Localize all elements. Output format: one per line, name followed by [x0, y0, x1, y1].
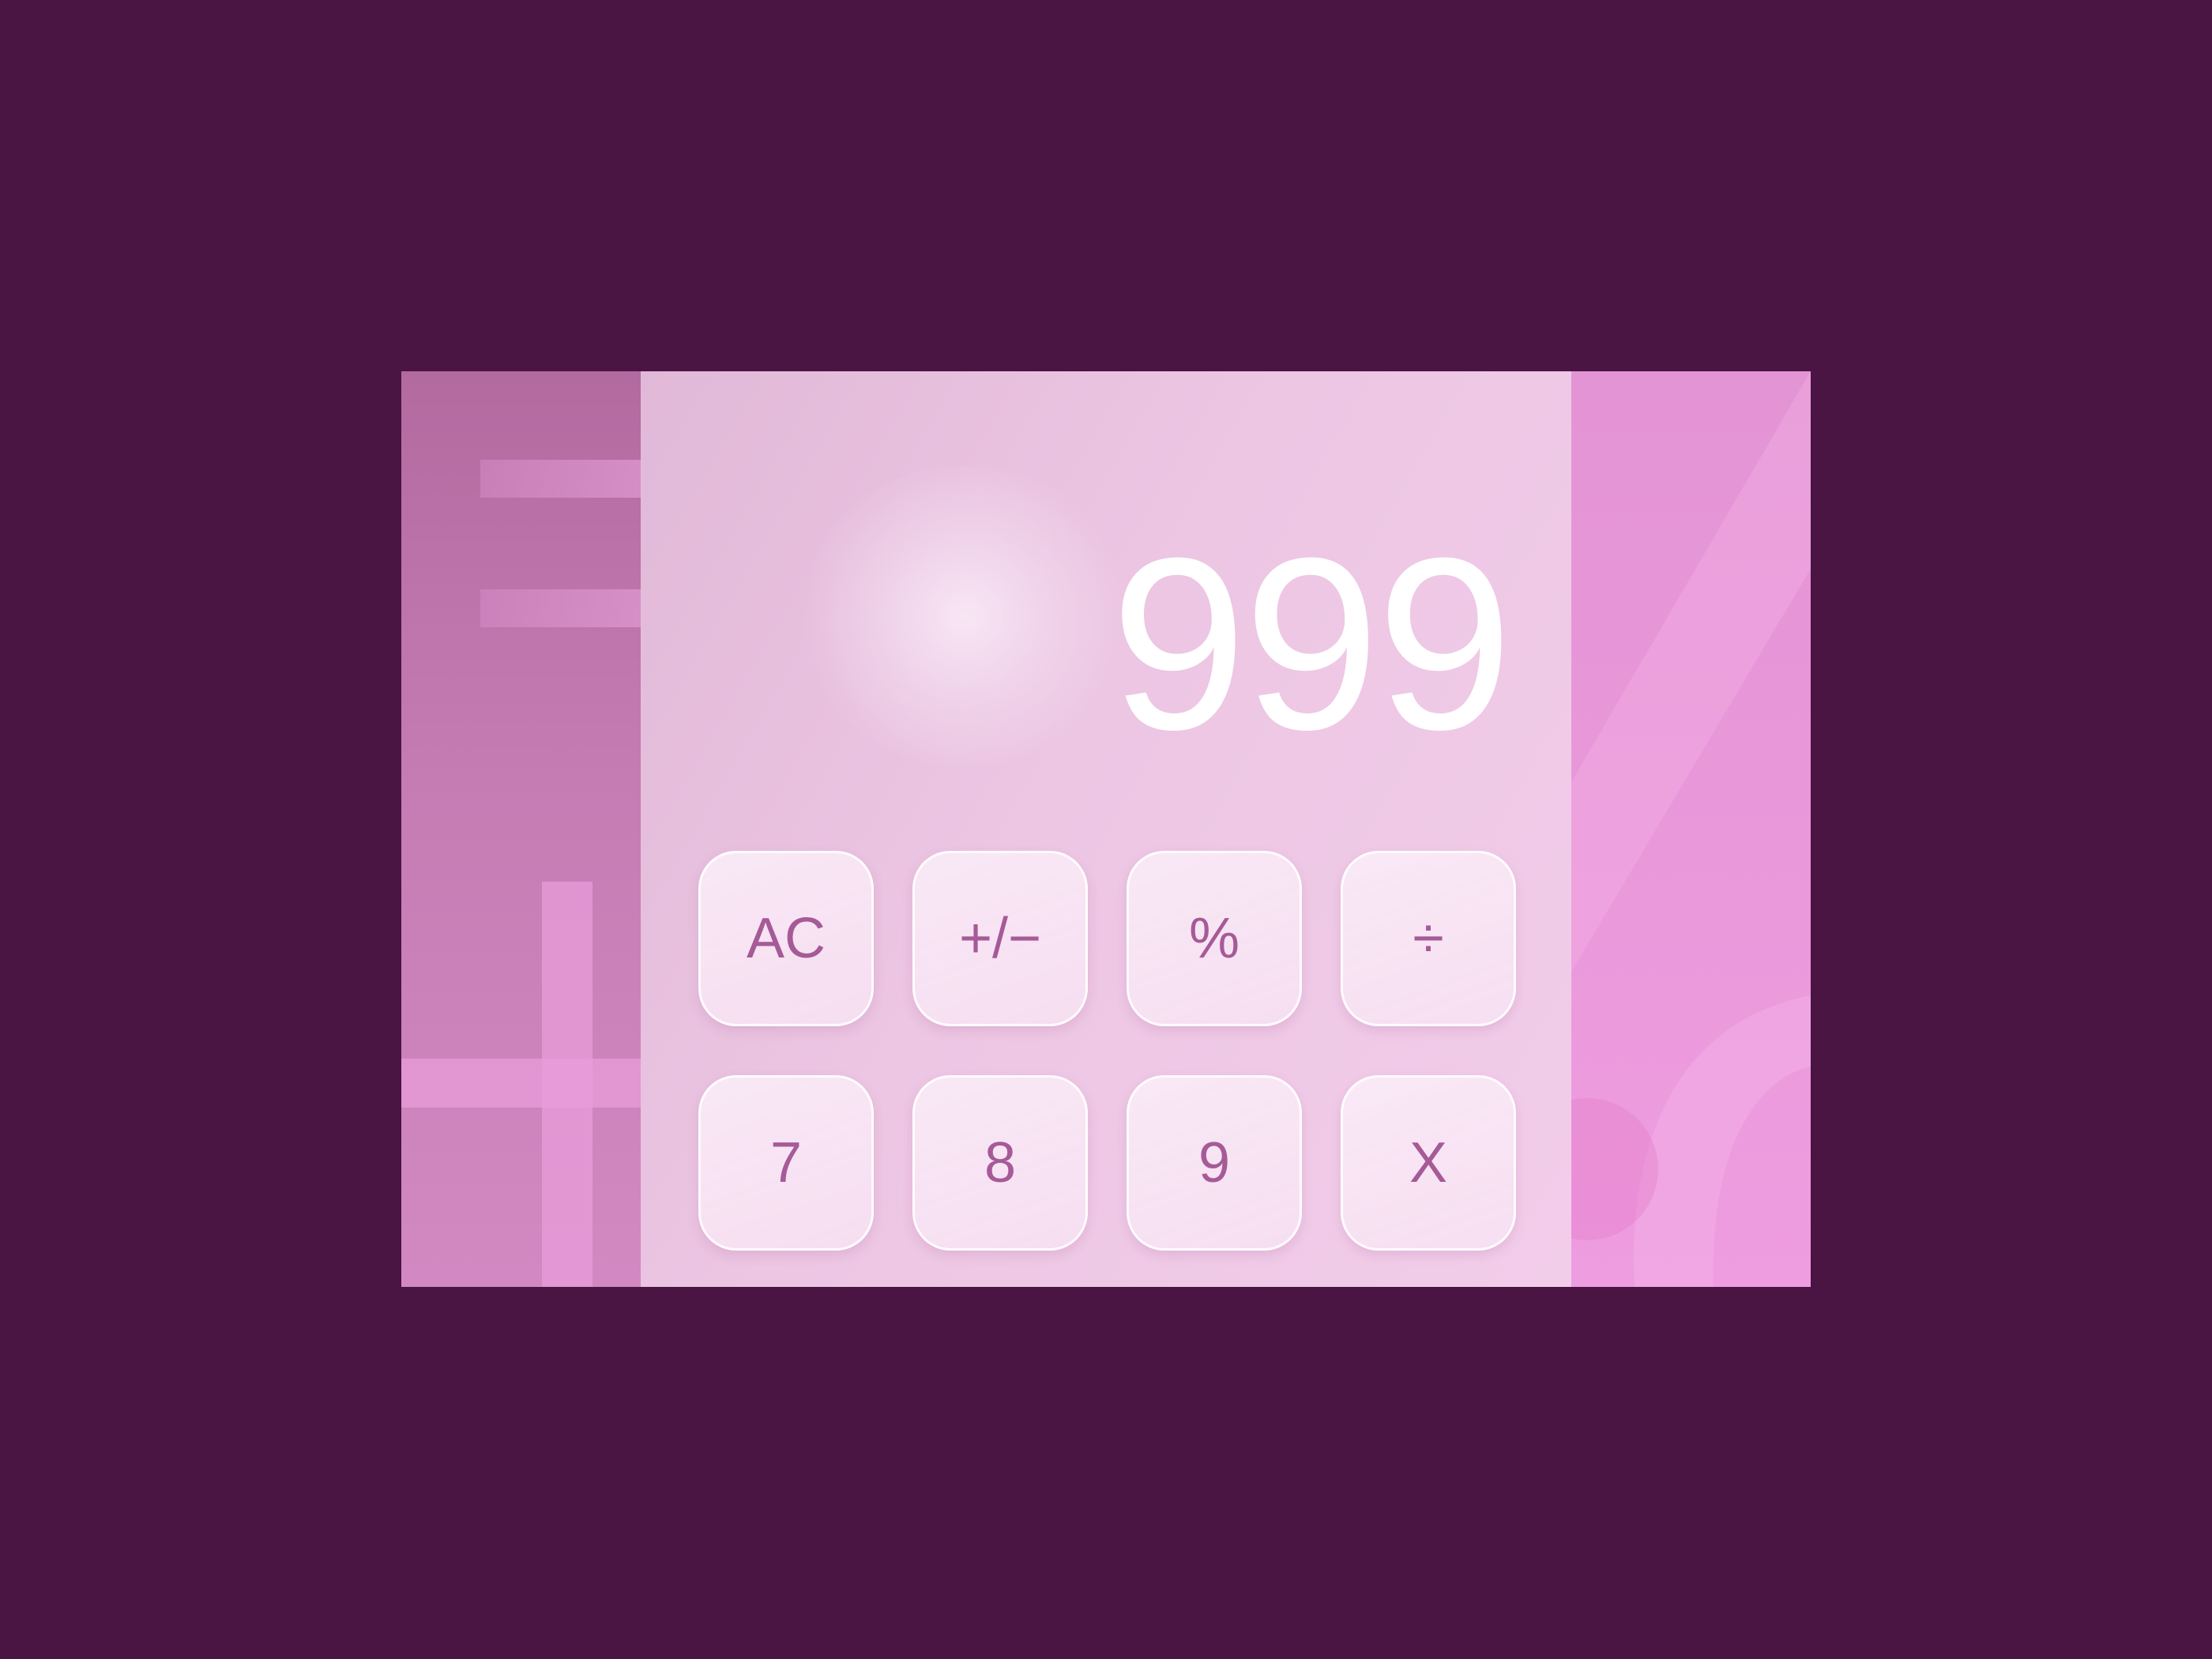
digit-8-button[interactable]: 8 [912, 1075, 1088, 1251]
keypad: AC +/− % ÷ 7 8 9 X [698, 851, 1517, 1251]
key-label: ÷ [1413, 907, 1444, 970]
decorative-left-panel [401, 371, 641, 1287]
app-stage: 999 AC +/− % ÷ 7 8 9 X [401, 371, 1811, 1287]
display-glow [799, 466, 1130, 766]
equals-shape-bottom [480, 589, 641, 627]
plus-shape-horizontal [401, 1059, 641, 1108]
clear-button[interactable]: AC [698, 851, 874, 1026]
key-label: AC [746, 907, 826, 970]
divide-button[interactable]: ÷ [1341, 851, 1516, 1026]
digit-9-button[interactable]: 9 [1127, 1075, 1302, 1251]
calculator-display: 999 [1110, 506, 1513, 781]
sign-toggle-button[interactable]: +/− [912, 851, 1088, 1026]
decorative-shapes-icon [1571, 371, 1811, 1287]
multiply-button[interactable]: X [1341, 1075, 1516, 1251]
equals-shape-top [480, 460, 641, 498]
key-label: 7 [769, 1131, 803, 1194]
key-label: +/− [958, 907, 1042, 970]
decorative-right-panel [1571, 371, 1811, 1287]
key-label: 8 [984, 1131, 1017, 1194]
digit-7-button[interactable]: 7 [698, 1075, 874, 1251]
key-label: 9 [1198, 1131, 1231, 1194]
key-label: X [1409, 1131, 1448, 1194]
percent-button[interactable]: % [1127, 851, 1302, 1026]
calculator: 999 AC +/− % ÷ 7 8 9 X [641, 371, 1571, 1287]
key-label: % [1188, 907, 1240, 970]
